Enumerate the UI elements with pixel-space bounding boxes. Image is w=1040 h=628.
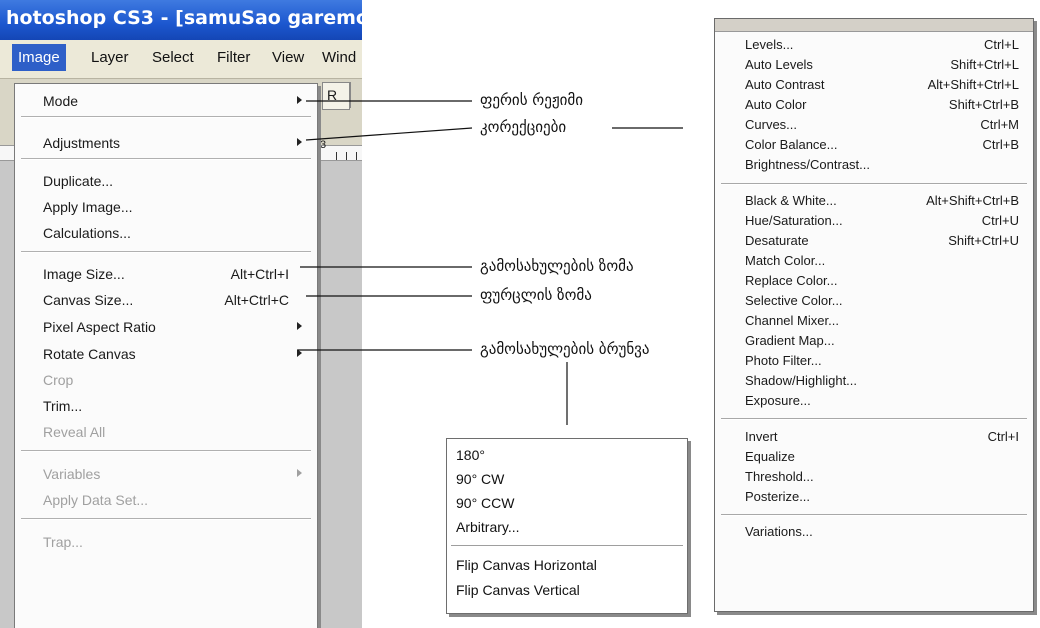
adj-item-threshold[interactable]: Threshold... [745,469,814,484]
rotate-item-90-cw[interactable]: 90° CW [456,471,504,487]
rotate-item-arbitrary[interactable]: Arbitrary... [456,519,520,535]
callout-color-mode: ფერის რეჟიმი [480,91,583,109]
adj-shortcut: Shift+Ctrl+U [948,233,1019,248]
adj-shortcut: Ctrl+U [981,213,1019,228]
separator [451,545,683,546]
callout-image-size: გამოსახულების ზომა [480,257,634,275]
adj-item-invert[interactable]: Invert [745,429,778,444]
adj-item-selective-color[interactable]: Selective Color... [745,293,843,308]
separator [721,418,1027,420]
adj-item-auto-contrast[interactable]: Auto Contrast [745,77,825,92]
separator [721,183,1027,185]
adj-shortcut: Ctrl+L [983,37,1019,52]
adj-item-posterize[interactable]: Posterize... [745,489,810,504]
callout-adjustments: კორექციები [480,118,567,136]
adj-item-channel-mixer[interactable]: Channel Mixer... [745,313,839,328]
rotate-item-flip-horizontal[interactable]: Flip Canvas Horizontal [456,557,597,573]
adj-item-auto-levels[interactable]: Auto Levels [745,57,813,72]
adj-item-levels[interactable]: Levels... [745,37,793,52]
adj-item-hue-saturation[interactable]: Hue/Saturation... [745,213,843,228]
submenu-top-edge [715,19,1033,32]
adj-shortcut: Ctrl+I [987,429,1019,444]
adj-item-auto-color[interactable]: Auto Color [745,97,806,112]
adj-item-curves[interactable]: Curves... [745,117,797,132]
adj-shortcut: Ctrl+M [980,117,1019,132]
separator [721,514,1027,516]
adj-item-desaturate[interactable]: Desaturate [745,233,809,248]
adj-item-brightness-contrast[interactable]: Brightness/Contrast... [745,157,870,172]
adj-item-variations[interactable]: Variations... [745,524,813,539]
adj-shortcut: Ctrl+B [982,137,1019,152]
adj-item-gradient-map[interactable]: Gradient Map... [745,333,835,348]
rotate-item-90-ccw[interactable]: 90° CCW [456,495,515,511]
rotate-item-180[interactable]: 180° [456,447,485,463]
adj-item-equalize[interactable]: Equalize [745,449,795,464]
adj-shortcut: Alt+Shift+Ctrl+B [926,193,1019,208]
adj-item-photo-filter[interactable]: Photo Filter... [745,353,822,368]
adj-item-exposure[interactable]: Exposure... [745,393,811,408]
adjustments-submenu: Levels... Ctrl+L Auto Levels Shift+Ctrl+… [714,18,1034,612]
callout-canvas-size: ფურცლის ზომა [480,286,592,304]
callout-rotation: გამოსახულების ბრუნვა [480,340,650,358]
adj-item-replace-color[interactable]: Replace Color... [745,273,838,288]
adj-item-shadow-highlight[interactable]: Shadow/Highlight... [745,373,857,388]
rotate-canvas-submenu: 180° 90° CW 90° CCW Arbitrary... Flip Ca… [446,438,688,614]
callout-line-adjustments [305,127,473,141]
adj-shortcut: Alt+Shift+Ctrl+L [927,77,1019,92]
adj-item-color-balance[interactable]: Color Balance... [745,137,838,152]
adj-item-match-color[interactable]: Match Color... [745,253,825,268]
rotate-item-flip-vertical[interactable]: Flip Canvas Vertical [456,582,580,598]
adj-shortcut: Shift+Ctrl+L [950,57,1019,72]
adj-shortcut: Shift+Ctrl+B [948,97,1019,112]
adj-item-black-white[interactable]: Black & White... [745,193,837,208]
